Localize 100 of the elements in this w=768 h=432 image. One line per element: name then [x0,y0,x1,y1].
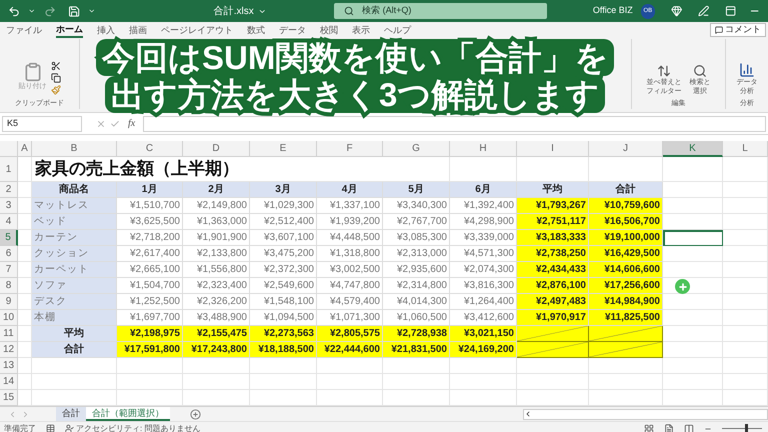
column-header[interactable]: K [663,141,723,157]
copy-icon[interactable] [50,72,60,82]
table-cell: 平均 [32,326,117,342]
table-cell: ¥2,805,575 [317,326,383,342]
sheet-title: 家具の売上金額（上半期） [34,158,239,180]
table-cell: ¥24,169,200 [450,342,517,358]
grid-cell [663,246,723,262]
table-cell: ¥1,337,100 [317,198,383,214]
column-header[interactable]: H [450,141,517,157]
grid-cell [663,326,723,342]
table-cell: 本棚 [32,310,117,326]
ribbon-tab[interactable]: データ [279,23,306,38]
row-number[interactable]: 4 [0,214,18,230]
grid-cell [383,374,450,390]
save-icon[interactable] [68,4,80,18]
ribbon-tab[interactable]: ページレイアウト [161,23,233,38]
sheet-tab[interactable]: 合計（範囲選択） [86,407,170,421]
column-header[interactable]: F [317,141,383,157]
grid-cell [723,214,768,230]
row-number[interactable]: 7 [0,262,18,278]
page-layout-icon[interactable] [664,424,674,432]
row-number[interactable]: 6 [0,246,18,262]
formula-field[interactable] [143,116,766,132]
column-header[interactable]: L [723,141,768,157]
scissors-icon[interactable] [50,60,60,70]
table-cell: ¥2,434,433 [517,262,589,278]
grid-cell [663,262,723,278]
table-cell: ¥3,475,200 [250,246,317,262]
sort-icon[interactable] [657,64,671,78]
table-cell: ¥2,323,400 [183,278,250,294]
table-cell: ¥2,617,400 [117,246,183,262]
scroll-left-icon[interactable] [524,410,532,418]
table-cell: ¥3,021,150 [450,326,517,342]
crossed-cell [517,342,589,358]
horizontal-scrollbar[interactable] [523,408,768,420]
name-box[interactable]: K5 [2,116,82,132]
row-number[interactable]: 15 [0,390,18,406]
ribbon-tab[interactable]: 表示 [352,23,370,38]
pen-icon[interactable] [698,5,710,17]
accessibility-icon[interactable] [65,424,74,432]
accessibility-status[interactable]: アクセシビリティ: 問題ありません [76,422,200,432]
grid-cell [663,342,723,358]
column-header[interactable]: D [183,141,250,157]
column-header[interactable]: I [517,141,589,157]
column-header[interactable]: A [18,141,32,157]
table-cell: ¥2,665,100 [117,262,183,278]
function-button[interactable]: fx [124,116,140,131]
column-header[interactable]: J [589,141,663,157]
search-field[interactable]: 検索 (Alt+Q) [334,3,547,19]
data-analysis-icon[interactable] [739,62,755,78]
table-cell: ¥2,149,800 [183,198,250,214]
table-cell: ¥1,029,300 [250,198,317,214]
row-number[interactable]: 13 [0,358,18,374]
row-number[interactable]: 11 [0,326,18,342]
caret-icon[interactable] [28,7,36,15]
row-number[interactable]: 10 [0,310,18,326]
window-icon[interactable] [725,5,737,17]
table-cell: ¥3,607,100 [250,230,317,246]
ribbon-tab[interactable]: 挿入 [97,23,115,38]
row-number[interactable]: 1 [0,157,18,182]
column-header[interactable]: B [32,141,117,157]
diamond-icon[interactable] [670,5,682,17]
column-header[interactable]: C [117,141,183,157]
comment-button[interactable]: コメント [710,23,766,37]
row-number[interactable]: 9 [0,294,18,310]
row-number[interactable]: 8 [0,278,18,294]
sheet-tab[interactable]: 合計 [56,407,86,421]
file-name[interactable]: 合計.xlsx [214,4,254,18]
active-cell[interactable] [663,230,723,246]
header-cell: 商品名 [32,182,117,198]
normal-view-icon[interactable] [644,424,654,432]
zoom-thumb[interactable] [745,424,748,432]
table-cell: ¥2,718,200 [117,230,183,246]
table-cell: ¥4,014,300 [383,294,450,310]
row-number[interactable]: 12 [0,342,18,358]
grid-cell [663,182,723,198]
table-cell: ¥2,549,600 [250,278,317,294]
macro-icon[interactable] [46,424,55,432]
table-cell: ¥2,738,250 [517,246,589,262]
ribbon-tab[interactable]: 数式 [247,23,265,38]
ribbon-tab[interactable]: ヘルプ [384,23,411,38]
grid-cell [723,374,768,390]
table-cell: ¥3,625,500 [117,214,183,230]
column-header[interactable]: E [250,141,317,157]
row-number[interactable]: 5 [0,230,18,246]
ribbon-tab[interactable]: 校閲 [320,23,338,38]
check-icon[interactable] [110,118,120,128]
column-header[interactable]: G [383,141,450,157]
ribbon-tab[interactable]: ファイル [6,23,42,38]
row-number[interactable]: 14 [0,374,18,390]
row-number[interactable]: 3 [0,198,18,214]
undo-icon[interactable] [8,4,20,18]
ribbon-tab[interactable]: 描画 [129,23,147,38]
add-sheet-icon[interactable] [190,408,201,420]
paste-icon[interactable] [22,62,42,82]
row-number[interactable]: 2 [0,182,18,198]
search-icon[interactable] [693,64,707,78]
caret-icon[interactable] [88,7,96,15]
page-break-icon[interactable] [684,424,694,432]
table-cell: ¥18,188,500 [250,342,317,358]
